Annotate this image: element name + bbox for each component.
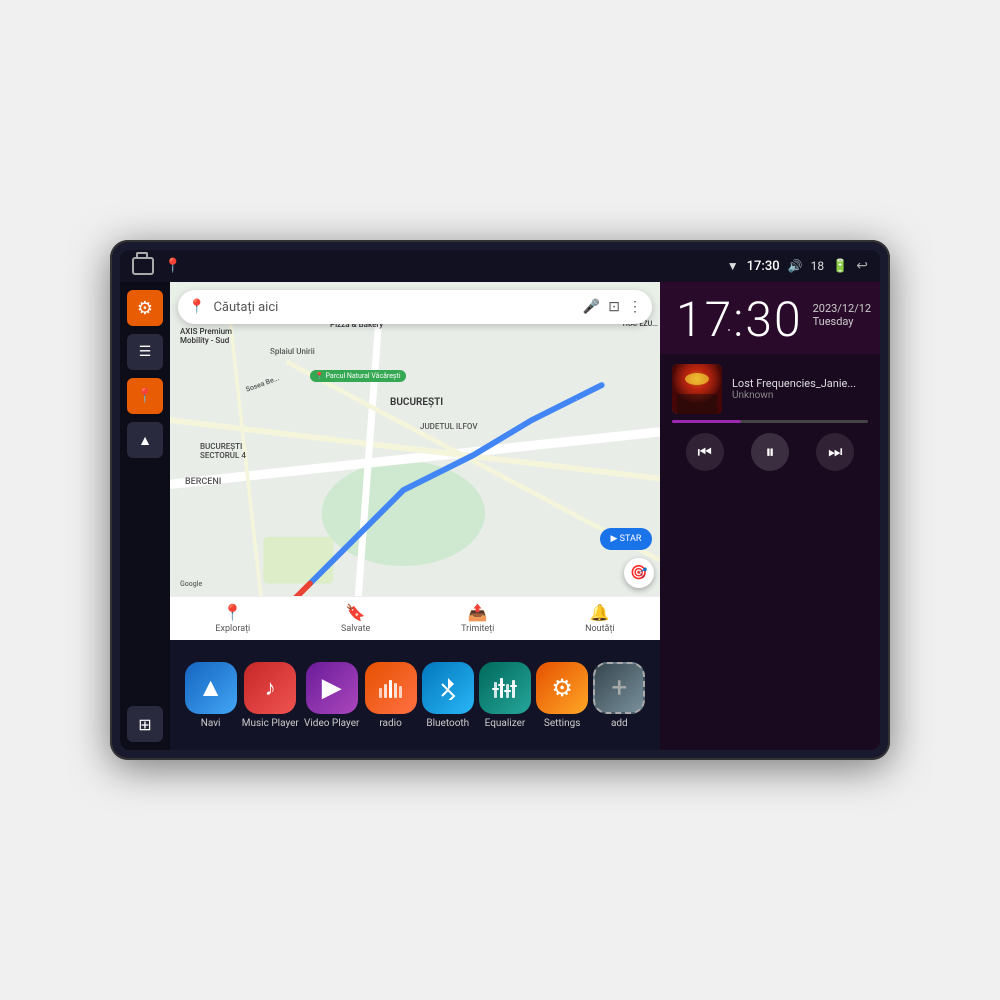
back-icon[interactable]: ↩ xyxy=(856,258,868,274)
navi-label: Navi xyxy=(201,718,221,729)
my-location-btn[interactable]: 🎯 xyxy=(624,558,654,588)
add-icon: + xyxy=(593,662,645,714)
status-bar: 📍 ▼ 17:30 🔊 18 🔋 ↩ xyxy=(120,250,880,282)
home-icon[interactable] xyxy=(132,257,154,275)
device-screen: 📍 ▼ 17:30 🔊 18 🔋 ↩ ⚙ ☰ 📍 ▲ ⊞ xyxy=(120,250,880,750)
add-label: add xyxy=(611,718,628,729)
sidebar: ⚙ ☰ 📍 ▲ ⊞ xyxy=(120,282,170,750)
overflow-icon[interactable]: ⋮ xyxy=(628,299,642,315)
radio-icon xyxy=(365,662,417,714)
prev-btn[interactable]: ⏮ xyxy=(686,433,724,471)
music-title: Lost Frequencies_Janie... xyxy=(732,377,868,390)
mic-icon[interactable]: 🎤 xyxy=(583,299,600,315)
device-frame: 📍 ▼ 17:30 🔊 18 🔋 ↩ ⚙ ☰ 📍 ▲ ⊞ xyxy=(110,240,890,760)
clock-date: 2023/12/12 Tuesday xyxy=(813,296,872,328)
app-grid: ▲ Navi ♪ Music Player ▶ Video Player xyxy=(170,640,660,750)
music-text: Lost Frequencies_Janie... Unknown xyxy=(732,377,868,401)
sidebar-nav-btn[interactable]: ▲ xyxy=(127,422,163,458)
navi-icon: ▲ xyxy=(185,662,237,714)
music-label: Music Player xyxy=(242,718,299,729)
progress-fill xyxy=(672,420,741,423)
progress-bar[interactable] xyxy=(672,420,868,423)
music-section: Lost Frequencies_Janie... Unknown ⏮ ⏸ ⏭ xyxy=(660,354,880,750)
next-btn[interactable]: ⏭ xyxy=(816,433,854,471)
map-search-bar[interactable]: 📍 Căutați aici 🎤 ⊡ ⋮ xyxy=(178,290,652,324)
app-add[interactable]: + add xyxy=(593,662,645,729)
album-art xyxy=(672,364,722,414)
google-maps-icon: 📍 xyxy=(188,299,205,315)
clock-day: Tuesday xyxy=(813,315,872,328)
music-controls: ⏮ ⏸ ⏭ xyxy=(672,429,868,475)
equalizer-label: Equalizer xyxy=(485,718,526,729)
map-label-ilfov: JUDETUL ILFOV xyxy=(420,422,478,431)
bluetooth-icon xyxy=(422,662,474,714)
app-bluetooth[interactable]: Bluetooth xyxy=(422,662,474,729)
park-pin: 📍 Parcul Natural Văcărești xyxy=(310,370,406,382)
app-video[interactable]: ▶ Video Player xyxy=(304,662,359,729)
battery-icon: 🔋 xyxy=(832,259,848,274)
equalizer-icon xyxy=(479,662,531,714)
map-share-btn[interactable]: 📤 Trimiteți xyxy=(461,603,494,634)
map-label-axis: AXIS PremiumMobility - Sud xyxy=(180,327,232,345)
map-saved-btn[interactable]: 🔖 Salvate xyxy=(341,603,370,634)
clock-row: 17:30 2023/12/12 Tuesday xyxy=(676,296,864,344)
layers-icon[interactable]: ⊡ xyxy=(608,299,620,315)
play-pause-btn[interactable]: ⏸ xyxy=(751,433,789,471)
sidebar-apps-btn[interactable]: ⊞ xyxy=(127,706,163,742)
video-label: Video Player xyxy=(304,718,359,729)
map-label-bucharest: BUCUREȘTI xyxy=(390,397,443,408)
map-label-splaiul: Splaiul Unirii xyxy=(270,347,315,356)
explore-label: Explorați xyxy=(215,624,250,634)
map-section[interactable]: AXIS PremiumMobility - Sud Pizza & Baker… xyxy=(170,282,660,640)
battery-value: 18 xyxy=(811,259,825,273)
sidebar-map-btn[interactable]: 📍 xyxy=(127,378,163,414)
nav-start-btn[interactable]: ▶ STAR xyxy=(600,528,652,550)
app-settings[interactable]: ⚙ Settings xyxy=(536,662,588,729)
sidebar-menu-btn[interactable]: ☰ xyxy=(127,334,163,370)
map-label-google: Google xyxy=(180,580,202,588)
settings-label: Settings xyxy=(544,718,581,729)
right-panel: 17:30 2023/12/12 Tuesday xyxy=(660,282,880,750)
settings-icon: ⚙ xyxy=(536,662,588,714)
app-equalizer[interactable]: Equalizer xyxy=(479,662,531,729)
wifi-icon: ▼ xyxy=(727,259,739,273)
clock-time: 17:30 xyxy=(676,296,803,344)
map-news-btn[interactable]: 🔔 Noutăți xyxy=(585,603,615,634)
music-info-row: Lost Frequencies_Janie... Unknown xyxy=(672,364,868,414)
map-bottom-bar: 📍 Explorați 🔖 Salvate 📤 Trimiteți � xyxy=(170,596,660,640)
volume-icon: 🔊 xyxy=(788,259,803,273)
status-time: 17:30 xyxy=(747,259,780,274)
map-status-icon[interactable]: 📍 xyxy=(164,258,181,274)
app-navi[interactable]: ▲ Navi xyxy=(185,662,237,729)
saved-label: Salvate xyxy=(341,624,370,634)
app-radio[interactable]: radio xyxy=(365,662,417,729)
bluetooth-label: Bluetooth xyxy=(426,718,469,729)
video-icon: ▶ xyxy=(306,662,358,714)
clock-section: 17:30 2023/12/12 Tuesday xyxy=(660,282,880,354)
clock-date-value: 2023/12/12 xyxy=(813,302,872,315)
sidebar-bottom: ⊞ xyxy=(127,706,163,742)
music-artist: Unknown xyxy=(732,390,868,401)
news-label: Noutăți xyxy=(585,624,615,634)
search-text[interactable]: Căutați aici xyxy=(213,300,574,315)
music-icon: ♪ xyxy=(244,662,296,714)
map-label-berceni: BERCENI xyxy=(185,477,221,487)
center-area: AXIS PremiumMobility - Sud Pizza & Baker… xyxy=(170,282,660,750)
radio-label: radio xyxy=(379,718,401,729)
main-content: ⚙ ☰ 📍 ▲ ⊞ xyxy=(120,282,880,750)
sidebar-settings-btn[interactable]: ⚙ xyxy=(127,290,163,326)
map-explore-btn[interactable]: 📍 Explorați xyxy=(215,603,250,634)
share-label: Trimiteți xyxy=(461,624,494,634)
app-music[interactable]: ♪ Music Player xyxy=(242,662,299,729)
map-label-sectorul4: BUCUREȘTISECTORUL 4 xyxy=(200,442,246,460)
